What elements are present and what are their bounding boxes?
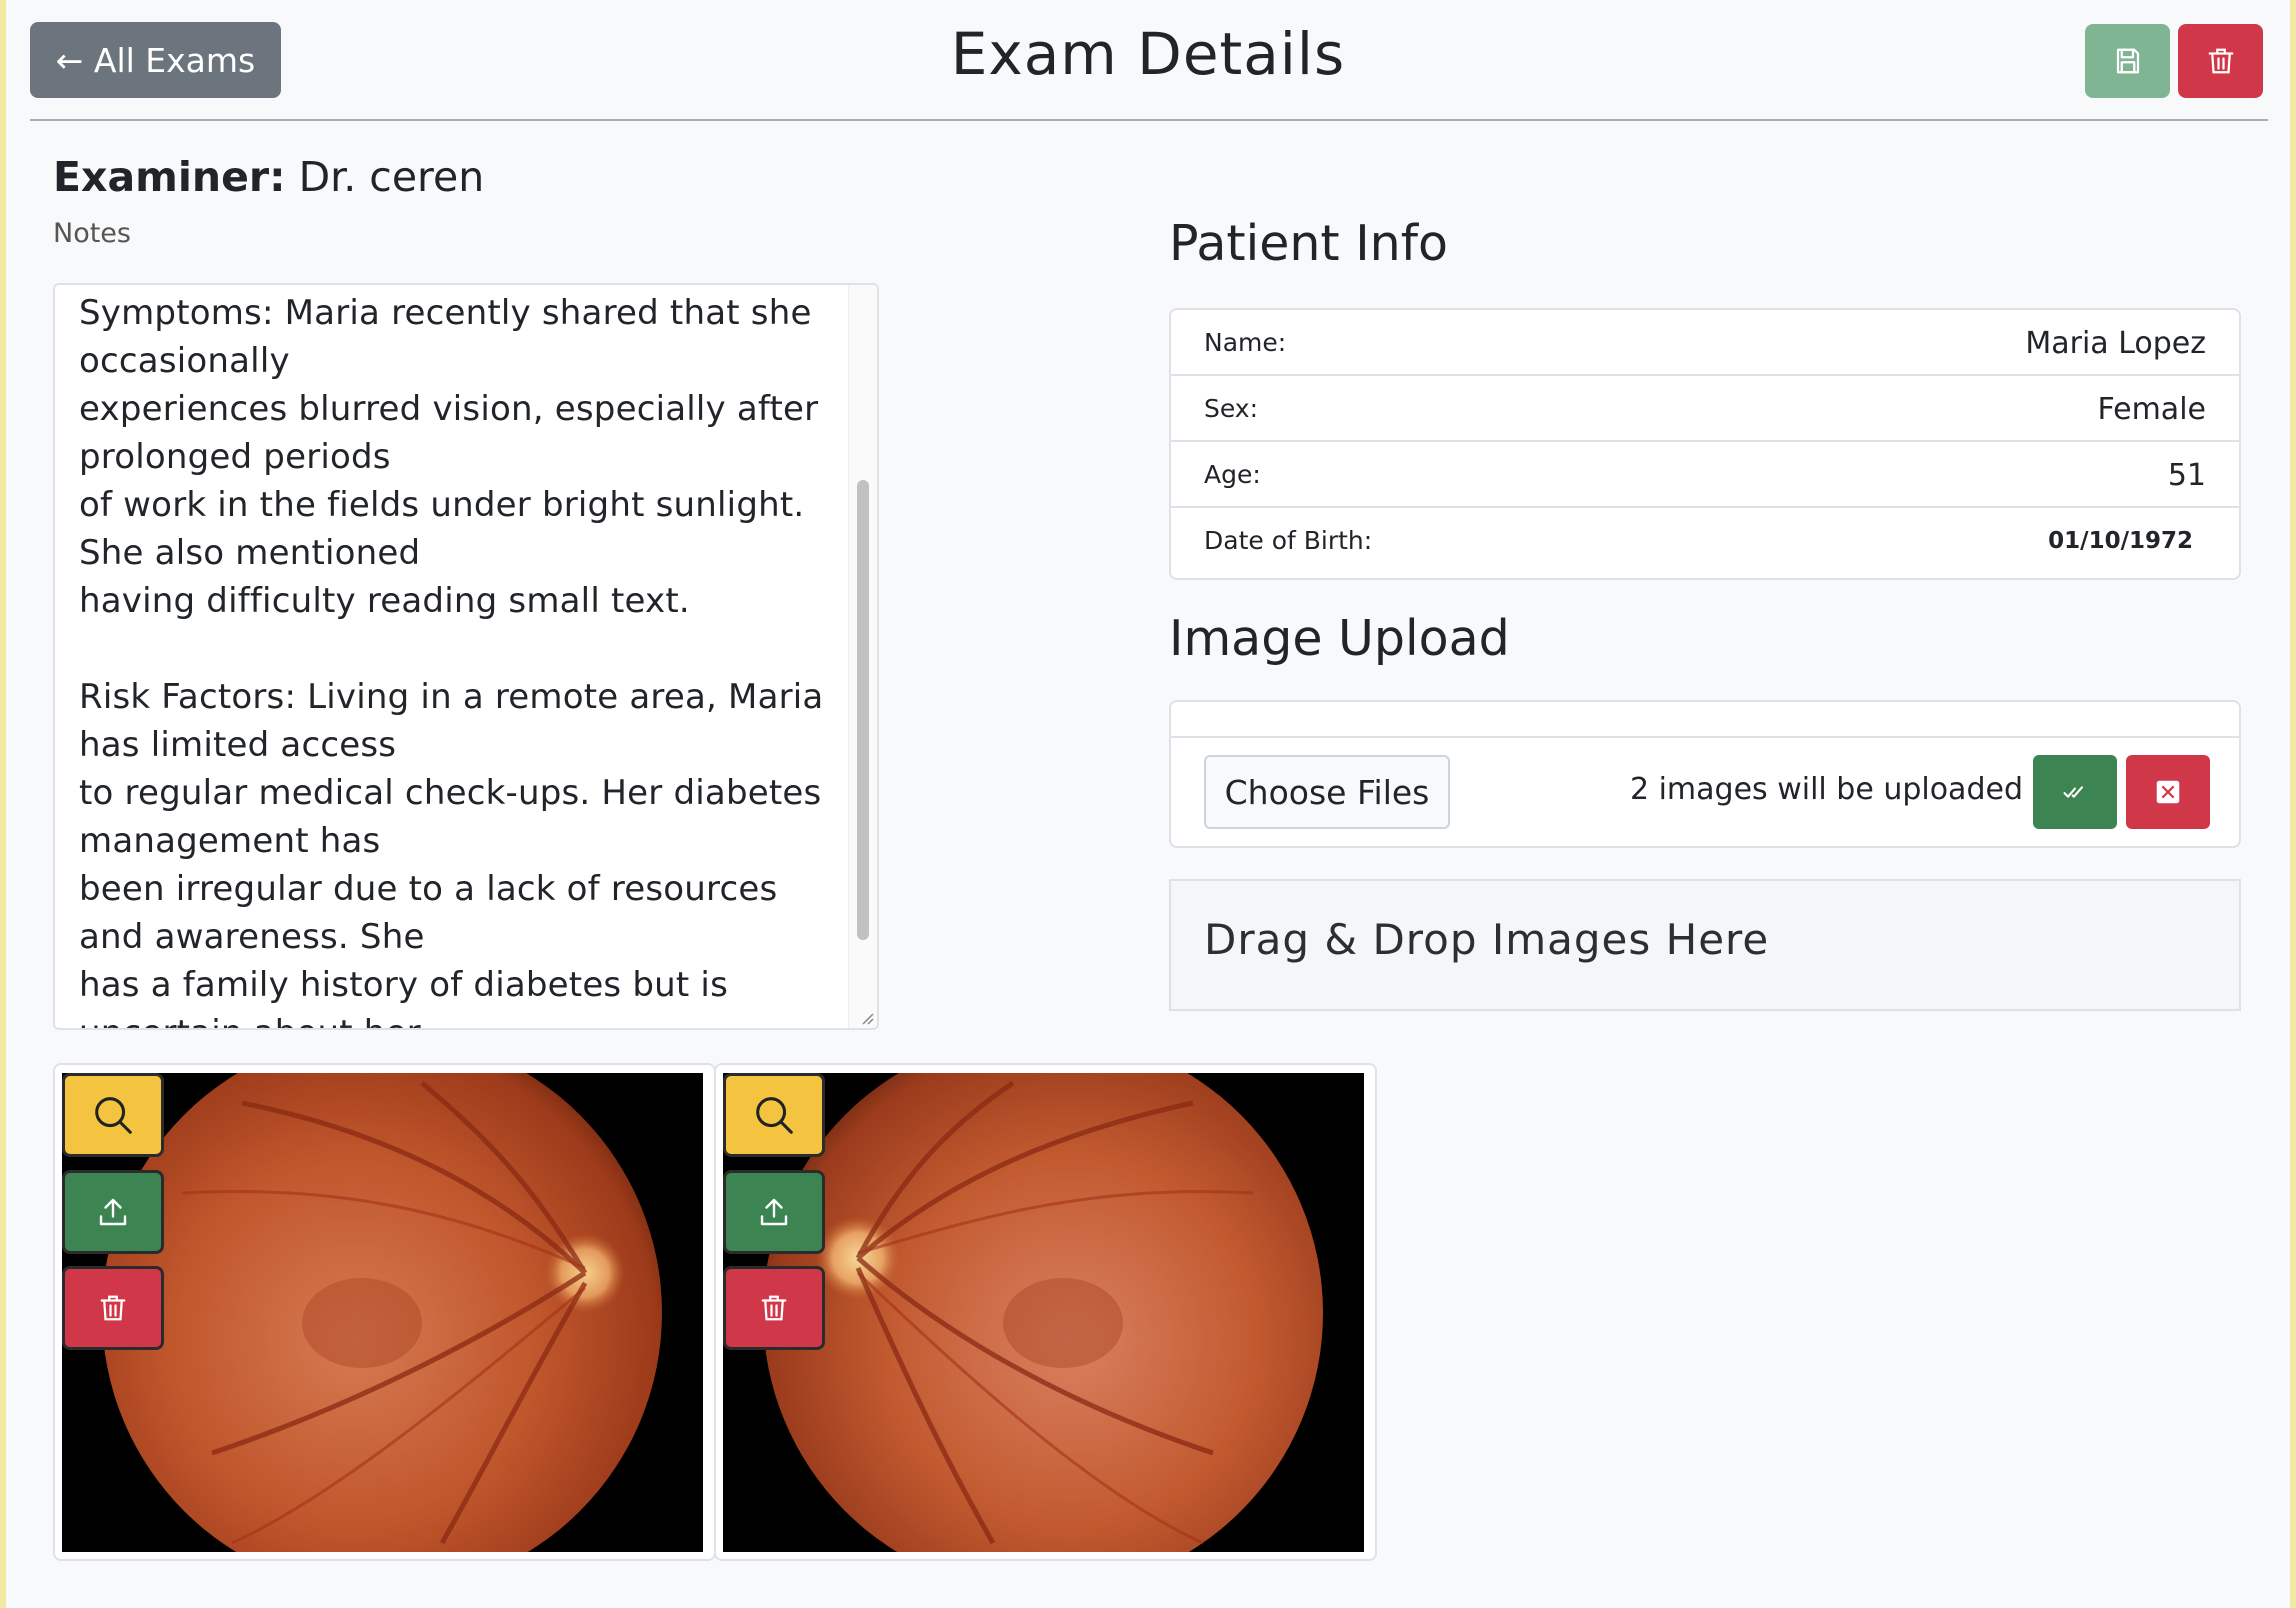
page-title: Exam Details bbox=[950, 20, 1346, 88]
examiner-name: Dr. ceren bbox=[298, 153, 485, 201]
fundus-image-card bbox=[714, 1063, 1377, 1561]
header-divider bbox=[30, 119, 2268, 121]
upload-card: Choose Files 2 images will be uploaded bbox=[1169, 700, 2241, 848]
patient-dob-row: Date of Birth: 01/10/1972 bbox=[1171, 508, 2239, 574]
examiner-label: Examiner: bbox=[53, 153, 286, 201]
patient-age-row: Age: 51 bbox=[1171, 442, 2239, 508]
save-icon bbox=[2116, 48, 2139, 74]
all-exams-button[interactable]: ← All Exams bbox=[30, 22, 281, 98]
fundus-image[interactable] bbox=[62, 1073, 703, 1552]
patient-info-card: Name: Maria Lopez Sex: Female Age: 51 Da… bbox=[1169, 308, 2241, 580]
save-button[interactable] bbox=[2085, 24, 2170, 98]
zoom-image-button[interactable] bbox=[723, 1073, 825, 1157]
trash-icon bbox=[100, 1295, 126, 1321]
fundus-image[interactable] bbox=[723, 1073, 1364, 1552]
delete-image-button[interactable] bbox=[62, 1266, 164, 1350]
confirm-upload-button[interactable] bbox=[2033, 755, 2117, 829]
name-value: Maria Lopez bbox=[2025, 326, 2206, 361]
fundus-image-card bbox=[53, 1063, 716, 1561]
notes-scrollbar-thumb[interactable] bbox=[857, 480, 869, 940]
upload-icon bbox=[99, 1198, 127, 1226]
dob-value: 01/10/1972 bbox=[2048, 528, 2193, 554]
sex-label: Sex: bbox=[1204, 394, 1259, 423]
upload-status: 2 images will be uploaded bbox=[1629, 772, 2023, 807]
cancel-upload-button[interactable] bbox=[2126, 755, 2210, 829]
zoom-icon bbox=[95, 1097, 132, 1134]
zoom-image-button[interactable] bbox=[62, 1073, 164, 1157]
trash-icon bbox=[2208, 48, 2233, 74]
exam-details-page: ← All Exams Exam Details Examiner: Dr. c… bbox=[6, 0, 2290, 1608]
age-label: Age: bbox=[1204, 460, 1261, 489]
resize-handle-icon[interactable] bbox=[857, 1008, 875, 1026]
double-check-icon bbox=[2063, 786, 2084, 798]
notes-label: Notes bbox=[53, 218, 131, 249]
image-dropzone[interactable]: Drag & Drop Images Here bbox=[1169, 879, 2241, 1011]
delete-exam-button[interactable] bbox=[2178, 24, 2263, 98]
age-value: 51 bbox=[2167, 458, 2206, 493]
delete-image-button[interactable] bbox=[723, 1266, 825, 1350]
patient-name-row: Name: Maria Lopez bbox=[1171, 310, 2239, 376]
close-icon bbox=[2156, 780, 2180, 804]
name-label: Name: bbox=[1204, 328, 1287, 357]
choose-files-button[interactable]: Choose Files bbox=[1204, 755, 1450, 829]
dropzone-label: Drag & Drop Images Here bbox=[1204, 915, 1770, 964]
image-upload-heading: Image Upload bbox=[1169, 610, 1510, 667]
notes-scrollbar-track[interactable] bbox=[848, 285, 877, 1028]
dob-label: Date of Birth: bbox=[1204, 526, 1373, 555]
notes-textarea[interactable]: Symptoms: Maria recently shared that she… bbox=[53, 283, 879, 1030]
examiner-line: Examiner: Dr. ceren bbox=[53, 153, 484, 201]
notes-text[interactable]: Symptoms: Maria recently shared that she… bbox=[79, 289, 849, 1028]
upload-image-button[interactable] bbox=[62, 1170, 164, 1254]
trash-icon bbox=[761, 1295, 787, 1321]
sex-value: Female bbox=[2097, 392, 2206, 427]
upload-icon bbox=[760, 1198, 788, 1226]
zoom-icon bbox=[756, 1097, 793, 1134]
patient-sex-row: Sex: Female bbox=[1171, 376, 2239, 442]
upload-image-button[interactable] bbox=[723, 1170, 825, 1254]
patient-info-heading: Patient Info bbox=[1169, 215, 1448, 272]
upload-card-divider bbox=[1171, 736, 2239, 738]
